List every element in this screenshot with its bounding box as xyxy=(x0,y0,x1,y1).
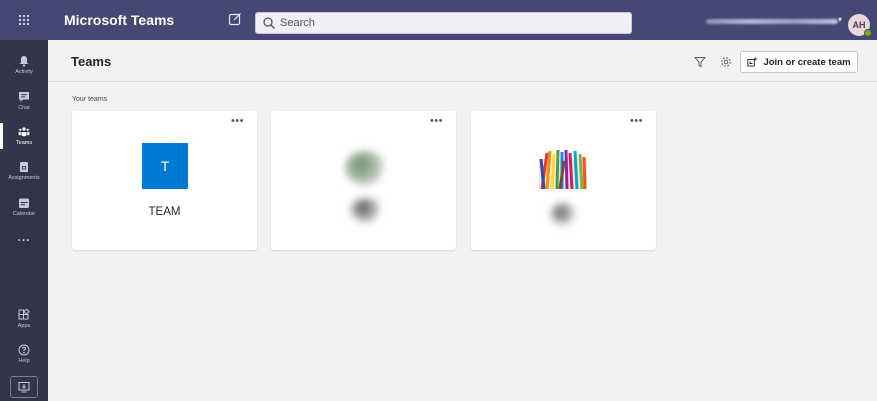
gear-icon[interactable] xyxy=(720,55,732,67)
app-launcher-icon[interactable] xyxy=(0,0,48,40)
chevron-down-icon[interactable]: ▾ xyxy=(838,15,842,24)
join-button-label: Join or create team xyxy=(763,56,851,68)
more-apps-button[interactable]: ... xyxy=(0,230,48,244)
team-card[interactable]: ••• T TEAM xyxy=(72,111,257,250)
app-title: Microsoft Teams xyxy=(64,12,175,28)
avatar-initials: AH xyxy=(852,20,866,30)
download-app-button[interactable] xyxy=(10,376,38,398)
chat-icon xyxy=(19,92,29,102)
apps-icon xyxy=(18,309,30,320)
team-card[interactable]: ••• xyxy=(271,111,456,250)
help-icon xyxy=(18,344,30,356)
bell-icon xyxy=(19,56,29,67)
calendar-icon xyxy=(19,198,29,208)
rail-item-assignments[interactable]: Assignments xyxy=(0,154,48,188)
rail-item-calendar[interactable]: Calendar xyxy=(0,190,48,224)
page-title: Teams xyxy=(71,54,112,69)
team-avatar-pencils xyxy=(539,149,587,189)
search-placeholder: Search xyxy=(280,17,315,29)
rail-item-apps[interactable]: Apps xyxy=(0,302,48,336)
app-bar: Activity Chat Teams Assignments Calendar… xyxy=(0,40,48,401)
team-avatar-blurred xyxy=(345,151,385,185)
assignments-icon xyxy=(20,162,28,172)
rail-item-label: Help xyxy=(18,358,30,364)
rail-item-label: Assignments xyxy=(8,175,40,181)
teams-icon xyxy=(18,127,30,137)
rail-item-chat[interactable]: Chat xyxy=(0,84,48,118)
team-avatar: T xyxy=(142,143,188,189)
rail-item-activity[interactable]: Activity xyxy=(0,48,48,82)
more-options-icon[interactable]: ••• xyxy=(430,115,443,127)
account-name-blurred[interactable] xyxy=(706,19,838,24)
rail-item-label: Activity xyxy=(15,69,33,75)
team-avatar-letter: T xyxy=(160,158,170,174)
your-teams-label: Your teams xyxy=(72,96,108,103)
rail-item-label: Apps xyxy=(17,323,31,329)
join-or-create-team-button[interactable]: Join or create team xyxy=(740,51,858,73)
more-options-icon[interactable]: ••• xyxy=(630,115,643,127)
title-bar: Microsoft Teams Search ▾ AH xyxy=(0,0,877,40)
rail-item-label: Teams xyxy=(15,140,33,146)
rail-item-label: Chat xyxy=(18,105,30,111)
team-card[interactable]: ••• xyxy=(471,111,656,250)
presence-status-icon xyxy=(864,29,872,37)
filter-icon[interactable] xyxy=(693,55,707,68)
team-name: TEAM xyxy=(148,206,181,218)
new-chat-icon[interactable] xyxy=(228,12,244,28)
rail-item-teams[interactable]: Teams xyxy=(0,119,48,153)
avatar[interactable]: AH xyxy=(848,14,872,37)
rail-item-label: Calendar xyxy=(12,211,36,217)
more-options-icon[interactable]: ••• xyxy=(231,115,244,127)
search-input[interactable]: Search xyxy=(255,12,632,34)
download-icon xyxy=(18,382,30,393)
team-name-blurred xyxy=(351,198,381,222)
page-header: Teams Join or create team xyxy=(48,40,877,82)
team-name-blurred xyxy=(551,203,575,225)
join-team-icon xyxy=(747,57,758,67)
rail-item-help[interactable]: Help xyxy=(0,337,48,371)
search-icon xyxy=(263,17,275,29)
